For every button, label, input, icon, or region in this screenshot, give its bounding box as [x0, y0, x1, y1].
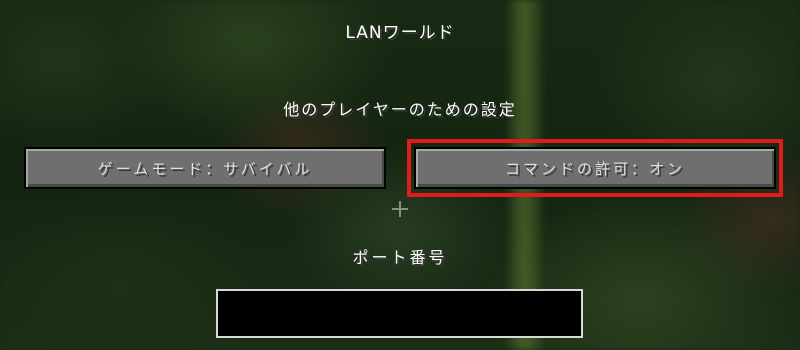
screen-title: LANワールド: [345, 23, 455, 43]
game-mode-button[interactable]: ゲームモード：サバイバル: [24, 147, 386, 189]
crosshair-icon: [392, 201, 408, 217]
section-label: 他のプレイヤーのための設定: [283, 100, 517, 119]
game-mode-button-label: ゲームモード：サバイバル: [97, 159, 313, 178]
port-label: ポート番号: [352, 248, 448, 267]
allow-commands-button-label: コマンドの許可：オン: [504, 159, 685, 178]
allow-commands-button[interactable]: コマンドの許可：オン: [414, 147, 776, 189]
port-number-input[interactable]: [216, 289, 583, 338]
